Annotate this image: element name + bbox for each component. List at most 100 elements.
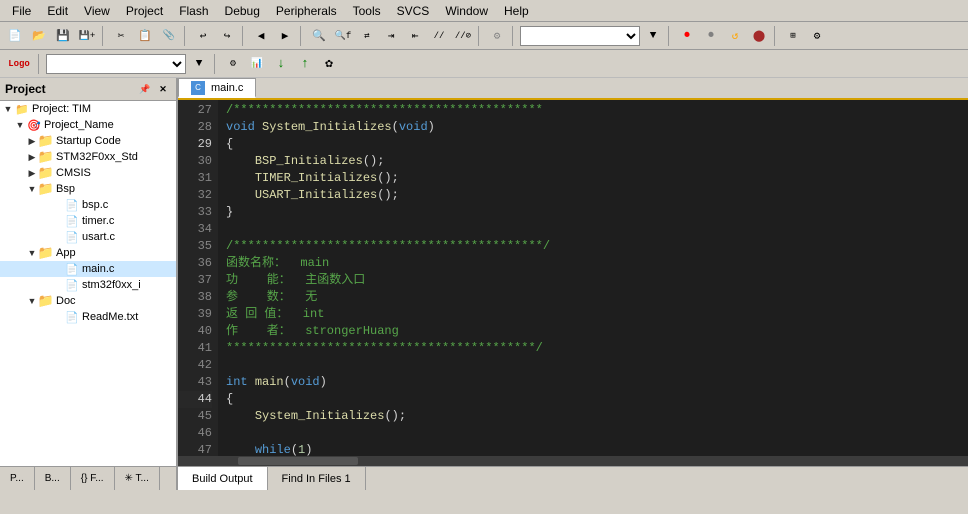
tree-toggle-project-name[interactable]: ▼ [14,119,26,131]
tree-toggle-stm32-std[interactable]: ▶ [26,151,38,163]
file-icon-bsp-c: 📄 [64,198,80,212]
find-files-button[interactable]: 🔍f [332,25,354,47]
tree-toggle-cmsis[interactable]: ▶ [26,167,38,179]
tree-item-stm32-i[interactable]: ▶ 📄 stm32f0xx_i [0,277,176,293]
code-container: 27 28 29 30 31 32 33 34 35 36 37 38 39 4… [178,100,968,456]
stop-button[interactable]: ⏺ [700,25,722,47]
tree-item-doc[interactable]: ▼ 📁 Doc [0,293,176,309]
ln-39: 39 [178,306,212,323]
tree-item-cmsis[interactable]: ▶ 📁 CMSIS [0,165,176,181]
panel-pin-button[interactable]: 📌 [137,81,153,97]
settings-button[interactable]: ⚙ [806,25,828,47]
unindent-button[interactable]: ⇤ [404,25,426,47]
code-editor[interactable]: /***************************************… [218,100,968,456]
logo-button[interactable]: Logo [4,53,34,75]
tree-label-cmsis: CMSIS [56,167,91,179]
tree-toggle-project-tim[interactable]: ▼ [2,103,14,115]
paste-button[interactable]: 📎 [158,25,180,47]
tree-toggle-doc[interactable]: ▼ [26,295,38,307]
download-button[interactable]: ↓ [270,53,292,75]
tree-item-app[interactable]: ▼ 📁 App [0,245,176,261]
menu-edit[interactable]: Edit [39,2,76,20]
file-icon-readme: 📄 [64,310,80,324]
indent-button[interactable]: ⇥ [380,25,402,47]
panel-tab-t[interactable]: ✳ T... [115,467,160,490]
find-button[interactable]: 🔍 [308,25,330,47]
menu-file[interactable]: File [4,2,39,20]
menu-flash[interactable]: Flash [171,2,216,20]
toolbar-secondary: Logo Project_Name ▼ ⚙ 📊 ↓ ↑ ✿ [0,50,968,78]
panel-close-button[interactable]: ✕ [155,81,171,97]
nav-back-button[interactable]: ◀ [250,25,272,47]
tree-label-usart-c: usart.c [82,231,115,243]
editor-area: C main.c 27 28 29 30 31 32 33 34 35 36 3… [178,78,968,490]
menu-project[interactable]: Project [118,2,171,20]
menu-debug[interactable]: Debug [217,2,268,20]
target-icon: 🎯 [26,118,42,132]
tree-item-bsp[interactable]: ▼ 📁 Bsp [0,181,176,197]
menu-tools[interactable]: Tools [345,2,389,20]
panel-tab-b[interactable]: B... [35,467,71,490]
tree-label-bsp: Bsp [56,183,75,195]
hscroll-thumb[interactable] [238,457,358,465]
tree-item-bsp-c[interactable]: ▶ 📄 bsp.c [0,197,176,213]
target-combo[interactable]: main [520,26,640,46]
tree-toggle-app[interactable]: ▼ [26,247,38,259]
cut-button[interactable]: ✂ [110,25,132,47]
tree-item-stm32-std[interactable]: ▶ 📁 STM32F0xx_Std [0,149,176,165]
tree-toggle-bsp[interactable]: ▼ [26,183,38,195]
run-button[interactable]: ⏺ [676,25,698,47]
open-file-button[interactable]: 📂 [28,25,50,47]
target-select-button[interactable]: ▼ [642,25,664,47]
tree-item-usart-c[interactable]: ▶ 📄 usart.c [0,229,176,245]
menu-window[interactable]: Window [437,2,496,20]
bottom-tab-find[interactable]: Find In Files 1 [268,467,366,490]
manage-windows-button[interactable]: ⊞ [782,25,804,47]
tree-label-project-name: Project_Name [44,119,114,131]
horizontal-scrollbar[interactable] [178,456,968,466]
build-button[interactable]: ⚙ [486,25,508,47]
project-target-dropdown-button[interactable]: ▼ [188,53,210,75]
ln-31: 31 [178,170,212,187]
tree-item-timer-c[interactable]: ▶ 📄 timer.c [0,213,176,229]
sep5 [478,26,482,46]
redo-button[interactable]: ↪ [216,25,238,47]
uncomment-button[interactable]: //⊘ [452,25,474,47]
custom-button[interactable]: ✿ [318,53,340,75]
panel-tab-f[interactable]: {} F... [71,467,115,490]
ln-28: 28 [178,119,212,136]
save-all-button[interactable]: 💾+ [76,25,98,47]
tab-label-main-c: main.c [211,82,243,94]
tree-item-readme[interactable]: ▶ 📄 ReadMe.txt [0,309,176,325]
sep3 [242,26,246,46]
tree-item-main-c[interactable]: ▶ 📄 main.c [0,261,176,277]
erase-button[interactable]: ↑ [294,53,316,75]
tree-toggle-startup-code[interactable]: ▶ [26,135,38,147]
tree-item-project-tim[interactable]: ▼ 📁 Project: TIM [0,101,176,117]
panel-tab-p[interactable]: P... [0,467,35,490]
editor-tab-main-c[interactable]: C main.c [178,78,256,98]
project-target-combo[interactable]: Project_Name [46,54,186,74]
menu-view[interactable]: View [76,2,118,20]
replace-button[interactable]: ⇄ [356,25,378,47]
menu-svcs[interactable]: SVCS [389,2,438,20]
nav-forward-button[interactable]: ▶ [274,25,296,47]
main-layout: Project 📌 ✕ ▼ 📁 Project: TIM ▼ 🎯 Project… [0,78,968,490]
undo-button[interactable]: ↩ [192,25,214,47]
ln-32: 32 [178,187,212,204]
manage-project-button[interactable]: 📊 [246,53,268,75]
copy-button[interactable]: 📋 [134,25,156,47]
save-button[interactable]: 💾 [52,25,74,47]
menu-help[interactable]: Help [496,2,537,20]
tree-item-startup-code[interactable]: ▶ 📁 Startup Code [0,133,176,149]
comment-button[interactable]: // [428,25,450,47]
tree-item-project-name[interactable]: ▼ 🎯 Project_Name [0,117,176,133]
menu-peripherals[interactable]: Peripherals [268,2,345,20]
debug-button[interactable]: ⬤ [748,25,770,47]
new-file-button[interactable]: 📄 [4,25,26,47]
reset-button[interactable]: ↺ [724,25,746,47]
ln-41: 41 [178,340,212,357]
target-options-button[interactable]: ⚙ [222,53,244,75]
bottom-tab-build[interactable]: Build Output [178,467,268,490]
file-icon-stm32-i: 📄 [64,278,80,292]
